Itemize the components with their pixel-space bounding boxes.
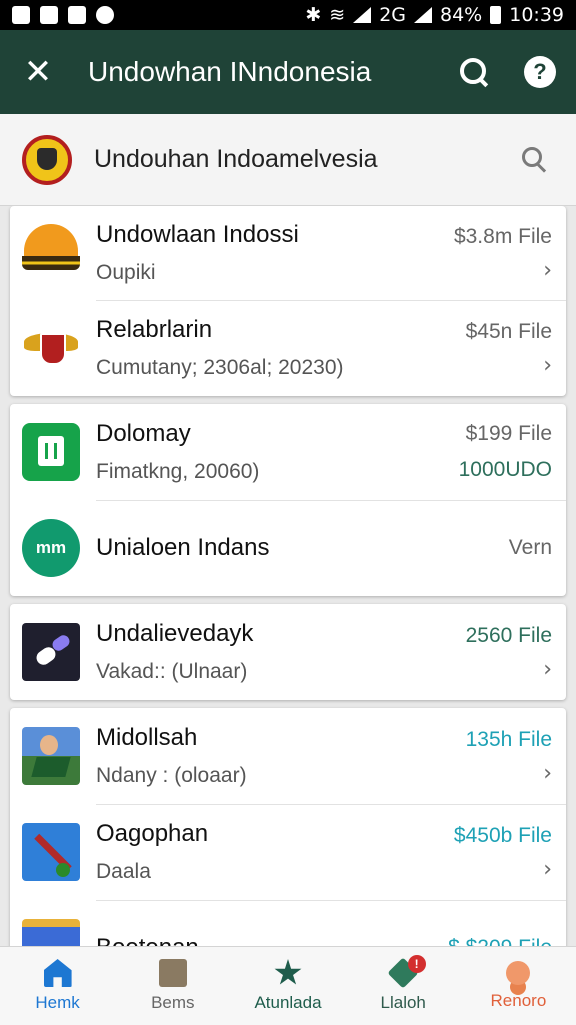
item-title: Unialoen Indans xyxy=(96,534,270,561)
dark-app-icon xyxy=(22,623,80,681)
help-icon[interactable]: ? xyxy=(524,56,556,88)
notification-icon xyxy=(12,6,30,24)
wifi-icon: ≋ xyxy=(329,4,346,26)
item-subtitle: Daala xyxy=(96,860,151,883)
item-title: Dolomay xyxy=(96,420,191,447)
notification-badge: ! xyxy=(407,955,426,973)
nav-downloads[interactable]: ! Llaloh xyxy=(346,947,461,1025)
item-status: 1000UDO xyxy=(458,458,552,481)
garuda-emblem-icon xyxy=(22,319,80,377)
result-card: Undowlaan Indossi Oupiki $3.8m File › Re… xyxy=(10,206,566,396)
item-size: $45n File xyxy=(465,320,552,343)
item-size: $450b File xyxy=(453,824,552,847)
item-title: Oagophan xyxy=(96,820,209,847)
item-size: $199 File xyxy=(465,422,552,445)
page-title: Undowhan INndonesia xyxy=(88,56,372,87)
list-item[interactable]: Undowlaan Indossi Oupiki $3.8m File › xyxy=(10,206,566,300)
item-title: Undalievedayk xyxy=(96,620,254,647)
nav-label: Atunlada xyxy=(254,993,322,1012)
nav-label: Llaloh xyxy=(380,993,426,1012)
clock: 10:39 xyxy=(509,4,564,26)
item-subtitle: Fimatkng, 20060) xyxy=(96,460,260,483)
item-subtitle: Vakad:: (Ulnaar) xyxy=(96,660,248,683)
item-subtitle: Ndany : (oloaar) xyxy=(96,764,247,787)
result-card: Undalievedayk Vakad:: (Ulnaar) 2560 File… xyxy=(10,604,566,700)
item-size: $ $209 File xyxy=(448,936,552,946)
chevron-right-icon[interactable]: › xyxy=(543,859,552,881)
pencil-app-icon xyxy=(22,823,80,881)
bluetooth-icon: ✱ xyxy=(305,4,322,26)
search-icon[interactable] xyxy=(522,146,548,173)
folder-app-icon xyxy=(22,919,80,946)
chevron-right-icon[interactable]: › xyxy=(543,763,552,785)
notification-icons xyxy=(12,6,114,24)
close-icon[interactable]: ✕ xyxy=(20,52,56,92)
status-bar: ✱ ≋ 2G 84% 10:39 xyxy=(0,0,576,30)
result-card: Dolomay Fimatkng, 20060) $199 File 1000U… xyxy=(10,404,566,596)
nav-favorites[interactable]: Atunlada xyxy=(230,947,345,1025)
nav-home[interactable]: Hemk xyxy=(0,947,115,1025)
list-item[interactable]: mm Unialoen Indans Vern xyxy=(10,500,566,596)
list-item[interactable]: Boetenan $ $209 File xyxy=(10,900,566,946)
item-subtitle: Cumutany; 2306al; 20230) xyxy=(96,356,344,379)
search-icon[interactable] xyxy=(458,56,490,88)
item-subtitle: Oupiki xyxy=(96,261,156,284)
list-item[interactable]: Oagophan Daala $450b File › xyxy=(10,804,566,900)
signal-icon xyxy=(414,7,432,23)
item-title: Boetenan xyxy=(96,934,432,946)
chevron-right-icon[interactable]: › xyxy=(543,260,552,282)
mm-logo-icon: mm xyxy=(22,519,80,577)
item-title: Midollsah xyxy=(96,724,198,751)
sun-logo-icon xyxy=(22,224,80,282)
item-size: 135h File xyxy=(465,728,552,751)
result-card: Midollsah Ndany : (oloaar) 135h File › O… xyxy=(10,708,566,946)
system-icons: ✱ ≋ 2G 84% 10:39 xyxy=(305,4,564,26)
nav-label: Bems xyxy=(151,993,195,1012)
app-bar: ✕ Undowhan INndonesia ? xyxy=(0,30,576,114)
item-version: Vern xyxy=(508,536,552,559)
photo-app-icon xyxy=(22,727,80,785)
items-icon xyxy=(158,959,187,987)
nav-label: Hemk xyxy=(35,993,80,1012)
emblem-logo-icon xyxy=(22,134,72,185)
item-size: 2560 File xyxy=(465,624,552,647)
battery-percent: 84% xyxy=(440,4,483,26)
profile-icon xyxy=(506,961,531,985)
chevron-right-icon[interactable]: › xyxy=(543,355,552,377)
network-type: 2G xyxy=(379,4,406,26)
nav-label: Renoro xyxy=(490,991,547,1010)
list-item[interactable]: Dolomay Fimatkng, 20060) $199 File 1000U… xyxy=(10,404,566,500)
item-size: $3.8m File xyxy=(453,225,552,248)
search-bar[interactable]: Undouhan Indoamelvesia xyxy=(0,114,576,206)
results-list[interactable]: Undowlaan Indossi Oupiki $3.8m File › Re… xyxy=(0,206,576,946)
list-item[interactable]: Undalievedayk Vakad:: (Ulnaar) 2560 File… xyxy=(10,604,566,700)
document-app-icon xyxy=(22,423,80,481)
notification-icon xyxy=(68,6,86,24)
signal-icon xyxy=(353,7,372,23)
chevron-right-icon[interactable]: › xyxy=(543,659,552,681)
bottom-navigation: Hemk Bems Atunlada ! Llaloh Renoro xyxy=(0,946,576,1025)
nav-profile[interactable]: Renoro xyxy=(461,947,576,1025)
notification-icon xyxy=(40,6,58,24)
item-title: Undowlaan Indossi xyxy=(96,221,299,248)
list-item[interactable]: Midollsah Ndany : (oloaar) 135h File › xyxy=(10,708,566,804)
star-icon xyxy=(274,959,302,985)
notification-icon xyxy=(96,6,114,24)
home-icon xyxy=(43,959,72,987)
battery-icon xyxy=(490,6,502,24)
nav-items[interactable]: Bems xyxy=(115,947,230,1025)
search-input[interactable]: Undouhan Indoamelvesia xyxy=(94,145,522,174)
item-title: Relabrlarin xyxy=(96,316,213,343)
list-item[interactable]: Relabrlarin Cumutany; 2306al; 20230) $45… xyxy=(10,300,566,396)
